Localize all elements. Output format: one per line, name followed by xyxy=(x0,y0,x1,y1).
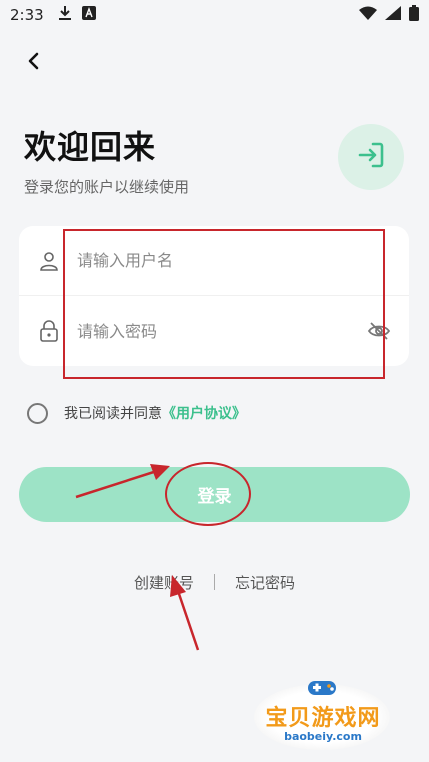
username-input[interactable] xyxy=(77,240,357,281)
login-arrow-icon xyxy=(356,140,386,174)
chevron-left-icon xyxy=(26,52,40,74)
annotation-arrows xyxy=(75,464,200,651)
wifi-icon xyxy=(359,6,377,24)
bottom-links: 创建账号 忘记密码 xyxy=(0,570,429,594)
watermark-logo: 宝贝游戏网 baobeiy.com xyxy=(248,676,398,756)
download-icon xyxy=(58,5,72,25)
watermark-url: baobeiy.com xyxy=(284,730,362,743)
watermark-title: 宝贝游戏网 xyxy=(265,706,381,731)
battery-icon xyxy=(409,5,419,25)
login-form-card xyxy=(19,226,409,366)
forgot-password-link[interactable]: 忘记密码 xyxy=(235,572,295,593)
password-row xyxy=(19,296,409,366)
agreement-radio[interactable] xyxy=(27,402,48,424)
page-title: 欢迎回来 xyxy=(24,128,157,166)
user-icon xyxy=(37,249,61,273)
signal-icon xyxy=(385,6,401,24)
password-input[interactable] xyxy=(77,311,357,351)
login-badge xyxy=(338,124,404,190)
agreement-text: 我已阅读并同意 xyxy=(64,406,162,422)
lock-icon xyxy=(37,319,61,343)
links-divider xyxy=(214,574,215,590)
annotation-arrow-create xyxy=(174,584,200,651)
status-bar: 2:33 xyxy=(0,0,429,30)
agreement-row: 我已阅读并同意 《用户协议》 xyxy=(27,401,246,425)
gamepad-icon xyxy=(308,681,336,695)
login-button[interactable]: 登录 xyxy=(19,467,410,522)
create-account-link[interactable]: 创建账号 xyxy=(134,572,194,593)
back-button[interactable] xyxy=(20,50,46,76)
status-time: 2:33 xyxy=(10,6,44,24)
username-row xyxy=(19,226,409,296)
a-box-icon xyxy=(81,6,96,24)
user-agreement-link[interactable]: 《用户协议》 xyxy=(162,403,246,423)
eye-off-icon[interactable] xyxy=(367,319,391,343)
page-subtitle: 登录您的账户以继续使用 xyxy=(24,178,190,196)
